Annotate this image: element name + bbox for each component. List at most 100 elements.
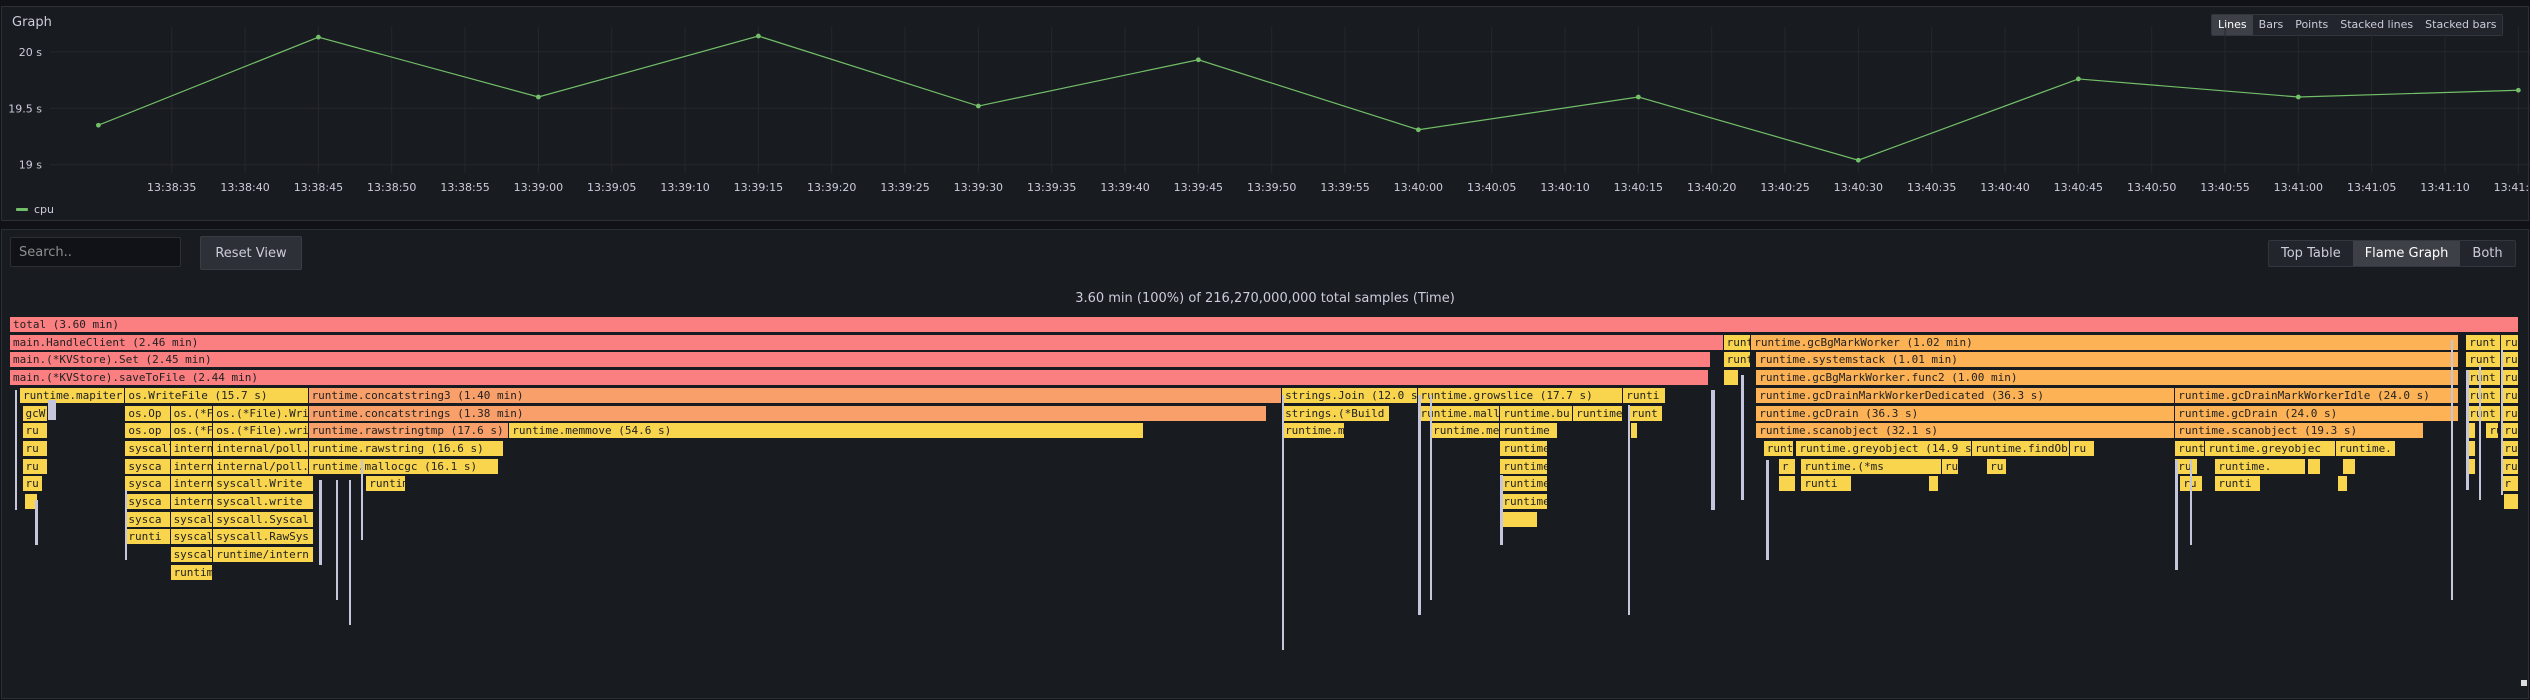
flame-frame[interactable]: ru [1987,458,2008,474]
flame-frame[interactable]: runtime [1500,458,1548,474]
flame-stack-spike[interactable] [1628,405,1631,615]
flame-frame[interactable]: runtime.m [1282,423,1345,439]
flame-frame[interactable]: ru [2501,458,2519,474]
flame-stack-spike[interactable] [1741,375,1745,500]
flame-frame[interactable]: main.(*KVStore).Set (2.45 min) [10,352,1712,368]
flame-frame[interactable]: runtime. [2335,440,2397,456]
flame-frame[interactable]: sysca [125,476,171,492]
flame-frame[interactable]: runt [2501,405,2519,421]
flame-stack-spike[interactable] [1430,395,1433,600]
flame-frame[interactable]: runt [1723,352,1752,368]
flame-frame[interactable]: ru [22,440,48,456]
flame-frame[interactable]: os.Op [125,405,171,421]
flame-frame[interactable]: runtime.bu [1500,405,1574,421]
flame-frame[interactable]: syscall.RawSys [213,529,314,545]
flame-frame[interactable] [2468,440,2477,456]
flame-frame[interactable]: runtime.gcBgMarkWorker.func2 (1.00 min) [1756,370,2459,386]
flame-frame[interactable]: runtime.systemstack (1.01 min) [1756,352,2459,368]
flame-frame[interactable]: internal/poll. [213,458,309,474]
flame-frame[interactable]: intern [170,458,214,474]
flame-frame[interactable]: runti [1801,476,1852,492]
flame-stack-spike[interactable] [348,480,351,625]
flame-frame[interactable]: ru [22,423,48,439]
flame-frame[interactable]: ru [1941,458,1960,474]
flame-frame[interactable]: runtime [1500,494,1548,509]
flame-frame[interactable]: runtime.rawstringtmp (17.6 s) [308,423,510,439]
flame-stack-spike[interactable] [1500,475,1504,545]
flame-frame[interactable]: runtime.gcBgMarkWorker (1.02 min) [1751,334,2459,350]
flame-frame[interactable]: runtime.greyobject (14.9 s) [1796,440,1973,456]
flame-frame[interactable]: runt [2501,334,2519,350]
flame-frame[interactable]: runti [125,529,171,545]
flame-frame[interactable]: runtime.gcDrain (24.0 s) [2175,405,2459,421]
flame-frame[interactable]: total (3.60 min) [10,317,2519,332]
flame-frame[interactable]: runt [2466,370,2502,386]
flame-frame[interactable]: runt [2501,387,2519,403]
flame-frame[interactable] [1723,370,1739,386]
flame-frame[interactable]: os.(*F [170,405,214,421]
flame-frame[interactable]: runtime. [2215,458,2306,474]
flame-frame[interactable]: runt [2466,334,2502,350]
flame-frame[interactable]: runtime.growslice (17.7 s) [1417,387,1624,403]
flame-frame[interactable] [2308,458,2321,474]
flame-frame[interactable]: runtime.me [1430,423,1501,439]
flame-frame[interactable]: ru [2501,423,2519,439]
flame-frame[interactable]: runt [2501,370,2519,386]
flame-stack-spike[interactable] [15,390,18,510]
flame-frame[interactable]: runtime [1500,440,1548,456]
flame-frame[interactable]: intern [170,440,214,456]
flame-frame[interactable]: os.op [125,423,171,439]
flame-frame[interactable]: ru [22,476,43,492]
flame-frame[interactable]: runti [2175,440,2206,456]
flame-frame[interactable]: strings.Join (12.0 s) [1282,387,1418,403]
flame-frame[interactable]: runtime.scanobject (32.1 s) [1756,423,2176,439]
flame-frame[interactable]: syscall.write [213,494,314,509]
flame-stack-spike[interactable] [318,480,322,565]
flame-frame[interactable]: runt [2466,387,2502,403]
flame-frame[interactable] [2468,458,2477,474]
flame-frame[interactable] [2503,494,2519,509]
flame-stack-spike[interactable] [1766,460,1770,560]
flame-frame[interactable]: syscal [170,529,214,545]
flame-frame[interactable]: runtime.concatstrings (1.38 min) [308,405,1267,421]
flame-stack-spike[interactable] [336,480,339,600]
flame-stack-spike[interactable] [2175,460,2179,570]
flame-frame[interactable]: runt [1628,405,1664,421]
flame-frame[interactable]: runt [1723,334,1752,350]
flame-frame[interactable]: sysca [125,458,171,474]
flame-frame[interactable]: runtime.mallocgc (16.1 s) [308,458,500,474]
flame-frame[interactable]: intern [170,494,214,509]
flame-frame[interactable]: internal/poll. [213,440,309,456]
flame-frame[interactable]: sysca [125,494,171,509]
flame-frame[interactable]: runti [2215,476,2261,492]
flame-frame[interactable]: runti [1623,387,1666,403]
flame-frame[interactable]: runtim [366,476,407,492]
flame-frame[interactable]: gcW [22,405,48,421]
flame-frame[interactable] [1630,423,1639,439]
flame-frame[interactable]: runtime.gcDrainMarkWorkerDedicated (36.3… [1756,387,2176,403]
flame-stack-spike[interactable] [47,400,56,420]
flame-frame[interactable]: sysca [125,511,171,527]
flame-frame[interactable]: os.WriteFile (15.7 s) [125,387,309,403]
flame-stack-spike[interactable] [2466,370,2470,490]
flame-frame[interactable]: runtime.concatstring3 (1.40 min) [308,387,1283,403]
flame-frame[interactable]: runtime.findObj [1972,440,2070,456]
flame-frame[interactable]: syscall.Syscal [213,511,314,527]
flame-frame[interactable]: runtime.memmove (54.6 s) [509,423,1145,439]
flame-frame[interactable]: runt [2466,405,2502,421]
flame-stack-spike[interactable] [1282,395,1285,650]
flame-frame[interactable]: runt [2466,352,2502,368]
flame-stack-spike[interactable] [1417,395,1421,615]
flame-stack-spike[interactable] [2501,350,2504,495]
flame-frame[interactable]: main.(*KVStore).saveToFile (2.44 min) [10,370,1709,386]
flame-frame[interactable]: syscall.Write [213,476,314,492]
flame-frame[interactable]: runtime [1573,405,1624,421]
flame-stack-spike[interactable] [2478,365,2481,500]
flame-frame[interactable]: ru [2175,458,2198,474]
flame-stack-spike[interactable] [1711,390,1716,510]
flame-frame[interactable]: syscal [170,511,214,527]
flame-frame[interactable]: syscal [170,547,214,563]
flame-frame[interactable]: runtime.rawstring (16.6 s) [308,440,505,456]
flame-frame[interactable]: ru [2486,423,2499,439]
flame-stack-spike[interactable] [125,490,128,560]
